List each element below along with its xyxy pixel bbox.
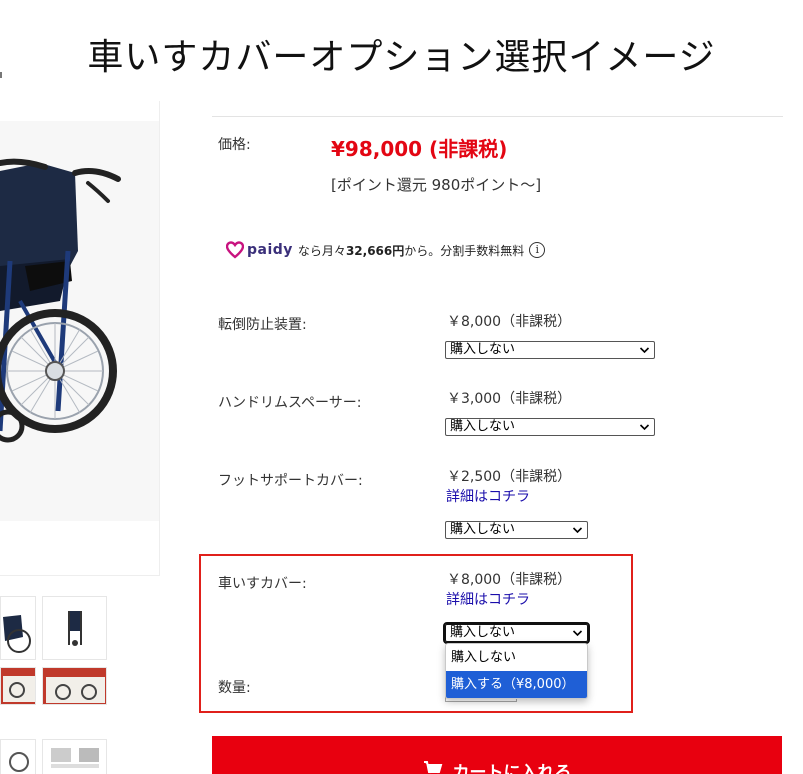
- product-main-image[interactable]: [0, 101, 160, 576]
- paidy-logo: paidy: [226, 241, 293, 259]
- product-thumbnail[interactable]: [42, 739, 107, 774]
- product-thumbnail[interactable]: [42, 596, 107, 660]
- option-label-tip-prevention: 転倒防止装置:: [218, 317, 307, 333]
- option-label-foot-support-cover: フットサポートカバー:: [218, 473, 363, 489]
- paidy-message: なら月々32,666円から。分割手数料無料: [298, 242, 524, 259]
- add-to-cart-label: カートに入れる: [452, 763, 572, 774]
- info-icon[interactable]: i: [529, 242, 546, 258]
- select-value: 購入しない: [450, 625, 516, 640]
- page-title: 車いすカバーオプション選択イメージ: [87, 37, 716, 78]
- product-thumbnail[interactable]: [0, 667, 36, 705]
- price-value: ¥98,000 (非課税): [331, 137, 508, 161]
- add-to-cart-button[interactable]: カートに入れる: [212, 736, 782, 774]
- chevron-down-icon: [639, 424, 650, 431]
- paidy-banner: paidy なら月々32,666円から。分割手数料無料 i: [226, 240, 546, 260]
- paidy-monthly-amount: 32,666円: [345, 243, 405, 258]
- product-thumbnail[interactable]: [0, 739, 36, 774]
- chevron-down-icon: [639, 347, 650, 354]
- edge-marker: [0, 72, 2, 78]
- details-link-foot-support-cover[interactable]: 詳細はコチラ: [446, 486, 530, 506]
- option-price-wheelchair-cover: ￥8,000（非課税）: [447, 572, 572, 588]
- dropdown-option-purchase[interactable]: 購入する（¥8,000）: [446, 671, 587, 698]
- quantity-label: 数量:: [218, 680, 251, 696]
- divider: [212, 116, 783, 117]
- paidy-mark-icon: [226, 241, 244, 259]
- option-label-handrim-spacer: ハンドリムスペーサー:: [218, 395, 362, 411]
- option-label-wheelchair-cover: 車いすカバー:: [218, 576, 307, 592]
- price-label: 価格:: [218, 137, 251, 153]
- product-thumbnail[interactable]: [0, 596, 36, 660]
- option-select-handrim-spacer[interactable]: 購入しない: [445, 418, 655, 436]
- option-select-foot-support-cover[interactable]: 購入しない: [445, 521, 588, 539]
- select-value: 購入しない: [450, 419, 516, 434]
- paidy-brand: paidy: [247, 242, 293, 258]
- select-value: 購入しない: [450, 522, 516, 537]
- points-text: [ポイント還元 980ポイント〜]: [331, 176, 542, 194]
- option-select-tip-prevention[interactable]: 購入しない: [445, 341, 655, 359]
- select-value: 購入しない: [450, 342, 516, 357]
- option-select-wheelchair-cover[interactable]: 購入しない: [443, 622, 590, 644]
- chevron-down-icon: [572, 527, 583, 534]
- option-price-handrim-spacer: ￥3,000（非課税）: [447, 391, 572, 407]
- paidy-text-prefix: なら月々: [297, 243, 346, 258]
- cart-icon: [423, 761, 442, 774]
- paidy-text-suffix: から。分割手数料無料: [404, 243, 525, 258]
- wheelchair-image: [0, 121, 159, 521]
- chevron-down-icon: [572, 630, 583, 637]
- option-price-tip-prevention: ￥8,000（非課税）: [447, 314, 572, 330]
- product-thumbnail[interactable]: [42, 667, 107, 705]
- details-link-wheelchair-cover[interactable]: 詳細はコチラ: [446, 589, 530, 609]
- dropdown-option-no-purchase[interactable]: 購入しない: [446, 644, 587, 671]
- option-price-foot-support-cover: ￥2,500（非課税）: [447, 469, 572, 485]
- wheelchair-cover-dropdown[interactable]: 購入しない 購入する（¥8,000）: [445, 643, 588, 699]
